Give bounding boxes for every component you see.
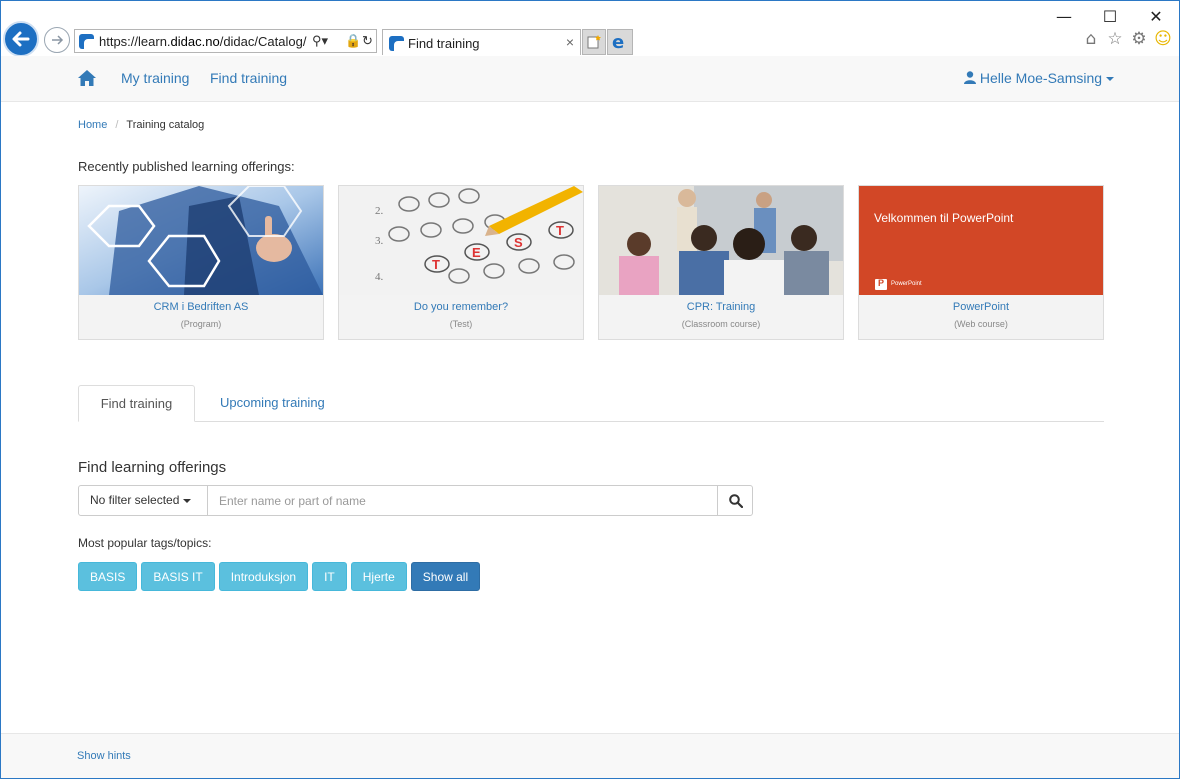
refresh-icon[interactable]: ↻ [362, 33, 373, 49]
filter-label: No filter selected [90, 493, 180, 507]
card-title[interactable]: Do you remember? [339, 301, 583, 313]
site-favicon-icon [79, 34, 94, 49]
svg-text:3.: 3. [375, 235, 384, 247]
card-type: (Classroom course) [681, 319, 761, 329]
search-input[interactable] [207, 485, 718, 516]
tag-button[interactable]: BASIS [78, 562, 138, 591]
offering-card[interactable]: CRM i Bedriften AS (Program) [78, 185, 324, 340]
card-type: (Test) [449, 319, 473, 329]
tab-title: Find training [408, 36, 480, 51]
page-footer: Show hints [1, 733, 1179, 778]
address-bar[interactable]: https://learn.didac.no/didac/Catalog/ ⚲▾… [74, 29, 377, 53]
nav-find-training[interactable]: Find training [210, 70, 287, 86]
tag-button[interactable]: BASIS IT [141, 562, 215, 591]
tab-upcoming-training[interactable]: Upcoming training [220, 385, 325, 422]
svg-text:S: S [514, 235, 523, 250]
card-thumbnail [79, 186, 323, 295]
nav-my-training[interactable]: My training [121, 70, 189, 86]
business-hexagon-image [79, 186, 323, 295]
svg-text:4.: 4. [375, 271, 384, 283]
close-window-icon[interactable]: ✕ [1143, 7, 1169, 27]
svg-text:2.: 2. [375, 205, 384, 217]
card-type: (Program) [180, 319, 222, 329]
user-icon [964, 71, 976, 84]
site-navbar: My training Find training Helle Moe-Sams… [1, 56, 1179, 102]
feedback-smiley-icon[interactable]: ☺ [1151, 29, 1175, 49]
svg-text:E: E [472, 245, 481, 260]
powerpoint-label: PowerPoint [891, 281, 922, 287]
tag-list: BASIS BASIS IT Introduksjon IT Hjerte Show al… [78, 562, 484, 591]
filter-dropdown[interactable]: No filter selected [78, 485, 208, 516]
back-button[interactable] [3, 21, 39, 57]
breadcrumb-current: Training catalog [126, 119, 205, 131]
search-group: No filter selected [78, 485, 753, 516]
favorites-star-icon[interactable]: ☆ [1103, 29, 1127, 49]
browser-toolbar-icons: ⌂ ☆ ⚙ ☺ [1079, 29, 1175, 51]
card-title[interactable]: CPR: Training [599, 301, 843, 313]
find-heading: Find learning offerings [78, 459, 227, 476]
user-name: Helle Moe-Samsing [979, 70, 1103, 86]
tag-button[interactable]: IT [312, 562, 347, 591]
chevron-down-icon [1106, 77, 1115, 82]
powerpoint-logo-icon: P [875, 278, 887, 290]
tag-button[interactable]: Introduksjon [218, 562, 309, 591]
search-icon [729, 494, 743, 508]
maximize-icon[interactable]: ☐ [1097, 7, 1123, 27]
offering-card[interactable]: Velkommen til PowerPoint P PowerPoint Po… [858, 185, 1104, 340]
catalog-tabs: Find training Upcoming training [78, 385, 1104, 422]
tab-favicon-icon [389, 36, 404, 51]
user-menu[interactable]: Helle Moe-Samsing [964, 70, 1115, 86]
svg-text:T: T [432, 257, 440, 272]
browser-tab-find-training[interactable]: Find training × [382, 29, 581, 55]
edge-button[interactable]: e [607, 29, 633, 55]
minimize-icon[interactable]: — [1051, 7, 1077, 27]
forward-button[interactable] [44, 27, 70, 53]
chevron-down-icon [183, 498, 192, 503]
test-answer-sheet-image: T E S T 2. 3. 4. [339, 186, 583, 295]
search-button[interactable] [717, 485, 753, 516]
offering-card[interactable]: CPR: Training (Classroom course) [598, 185, 844, 340]
settings-gear-icon[interactable]: ⚙ [1127, 29, 1151, 49]
card-thumbnail: Velkommen til PowerPoint P PowerPoint [859, 186, 1103, 295]
tab-close-icon[interactable]: × [566, 34, 574, 50]
breadcrumb: Home / Training catalog [78, 119, 204, 131]
tab-find-training[interactable]: Find training [78, 385, 195, 422]
recent-heading: Recently published learning offerings: [78, 159, 295, 174]
url-text: https://learn.didac.no/didac/Catalog/ [99, 34, 307, 49]
home-icon[interactable] [77, 68, 97, 88]
edge-icon: e [612, 32, 625, 53]
svg-text:T: T [556, 223, 564, 238]
card-title[interactable]: PowerPoint [859, 301, 1103, 313]
show-hints-link[interactable]: Show hints [77, 750, 131, 762]
lock-icon[interactable]: 🔒 [345, 33, 361, 49]
new-tab-icon [587, 35, 601, 49]
search-icon[interactable]: ⚲▾ [312, 33, 328, 49]
breadcrumb-separator: / [115, 119, 119, 131]
browser-chrome: — ☐ ✕ https://learn.didac.no/didac/Catal… [1, 1, 1179, 57]
breadcrumb-home[interactable]: Home [78, 119, 107, 131]
home-icon[interactable]: ⌂ [1079, 29, 1103, 49]
tags-heading: Most popular tags/topics: [78, 536, 212, 550]
card-thumbnail [599, 186, 843, 295]
arrow-left-icon [12, 31, 30, 47]
offering-card[interactable]: T E S T 2. 3. 4. Do you remember? (Test) [338, 185, 584, 340]
classroom-image [599, 186, 843, 295]
slide-title: Velkommen til PowerPoint [874, 211, 1014, 225]
arrow-right-icon [52, 35, 64, 45]
card-thumbnail: T E S T 2. 3. 4. [339, 186, 583, 295]
card-type: (Web course) [954, 319, 1008, 329]
tag-button[interactable]: Hjerte [350, 562, 407, 591]
new-tab-button[interactable] [582, 29, 606, 55]
show-all-tags-button[interactable]: Show all [410, 562, 481, 591]
card-title[interactable]: CRM i Bedriften AS [79, 301, 323, 313]
browser-window: — ☐ ✕ https://learn.didac.no/didac/Catal… [0, 0, 1180, 779]
